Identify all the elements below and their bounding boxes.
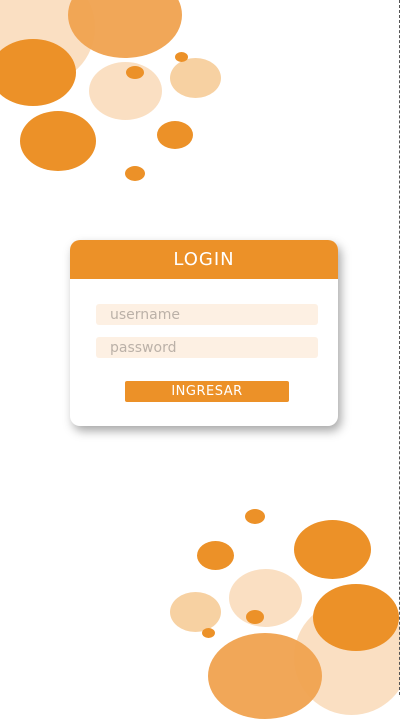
login-header: LOGIN	[70, 240, 338, 279]
bubble	[175, 52, 188, 62]
bubble	[202, 628, 215, 638]
bubble	[246, 610, 264, 624]
bubble	[245, 509, 265, 524]
login-title: LOGIN	[173, 249, 235, 270]
bubble	[208, 633, 322, 719]
bubble	[20, 111, 96, 171]
bubble	[157, 121, 193, 149]
bubble	[170, 58, 221, 98]
bubble	[197, 541, 234, 570]
username-input[interactable]	[96, 304, 318, 325]
login-card: LOGIN INGRESAR	[70, 240, 338, 426]
bubble	[170, 592, 221, 632]
bubble	[125, 166, 145, 181]
ingresar-button[interactable]: INGRESAR	[125, 381, 289, 402]
bubble	[229, 569, 302, 627]
bubble	[0, 39, 76, 106]
bubble	[294, 520, 371, 579]
bubble	[313, 584, 399, 651]
bubble	[126, 66, 144, 79]
password-input[interactable]	[96, 337, 318, 358]
